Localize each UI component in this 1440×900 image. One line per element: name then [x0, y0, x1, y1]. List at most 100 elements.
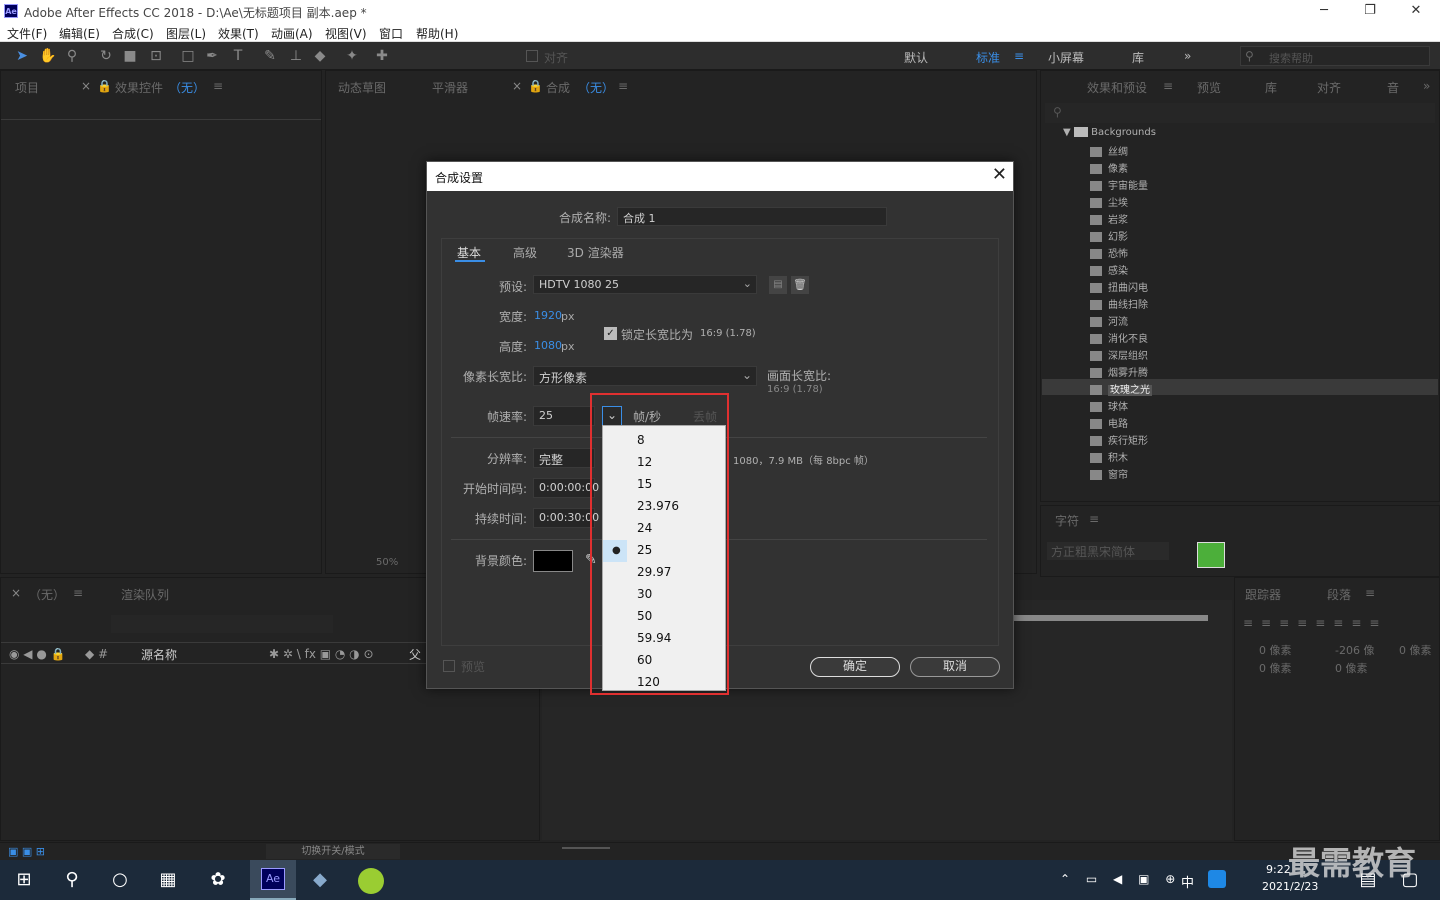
menu-file[interactable]: 文件(F) [7, 25, 47, 42]
panel-menu-icon[interactable]: ≡ [1163, 79, 1173, 93]
fill-color-swatch[interactable] [1197, 542, 1225, 568]
camera-tool-icon[interactable]: ■ [120, 46, 140, 66]
maximize-button[interactable]: ❐ [1347, 0, 1393, 22]
tab-tracker[interactable]: 跟踪器 [1245, 586, 1281, 603]
folder-backgrounds[interactable]: ▼ Backgrounds [1063, 127, 1156, 138]
tab-3d-renderer[interactable]: 3D 渲染器 [567, 244, 624, 261]
tab-render-queue[interactable]: 渲染队列 [121, 586, 169, 603]
workspace-standard[interactable]: 标准 [976, 49, 1000, 66]
effect-preset-item[interactable]: 幻影 [1090, 228, 1128, 243]
comp-name-input[interactable]: 合成 1 [617, 207, 887, 226]
effect-preset-item[interactable]: 窗帘 [1090, 466, 1128, 481]
workspace-small-screen[interactable]: 小屏幕 [1048, 49, 1084, 66]
snap-checkbox[interactable] [526, 50, 538, 62]
zoom-tool-icon[interactable]: ⚲ [62, 46, 82, 66]
align-icons[interactable]: ≡≡≡≡≡≡≡≡ [1243, 616, 1387, 630]
toggle-switches-button[interactable]: 切换开关/模式 [266, 844, 400, 859]
app-green-ball-icon[interactable] [358, 868, 384, 894]
menu-help[interactable]: 帮助(H) [416, 25, 458, 42]
tab-preview[interactable]: 预览 [1197, 79, 1221, 96]
roto-brush-tool-icon[interactable]: ✦ [342, 46, 362, 66]
preset-select[interactable]: HDTV 1080 25 ⌄ [533, 275, 757, 294]
windows-start-icon[interactable]: ⊞ [12, 868, 36, 892]
panel-menu-icon[interactable]: ≡ [1365, 586, 1375, 600]
close-tab-icon[interactable]: × [512, 79, 522, 93]
panel-menu-icon[interactable]: ≡ [73, 586, 83, 600]
tab-basic[interactable]: 基本 [457, 244, 481, 261]
cancel-button[interactable]: 取消 [910, 657, 1000, 677]
timeline-search-input[interactable] [111, 615, 333, 633]
app-blue-icon[interactable]: ◆ [308, 868, 332, 892]
more-tabs-icon[interactable]: » [1423, 79, 1430, 93]
source-name-header[interactable]: 源名称 [141, 646, 177, 663]
more-workspaces-icon[interactable]: » [1184, 49, 1191, 63]
effect-preset-item[interactable]: 深层组织 [1090, 347, 1148, 362]
panel-menu-icon[interactable]: ≡ [213, 79, 223, 93]
tab-timeline[interactable]: （无） [29, 586, 65, 603]
menu-animation[interactable]: 动画(A) [271, 25, 313, 42]
tab-motion-sketch[interactable]: 动态草图 [338, 79, 386, 96]
space-before[interactable]: 0 像素 [1399, 642, 1432, 658]
rotate-tool-icon[interactable]: ↻ [96, 46, 116, 66]
menu-layer[interactable]: 图层(L) [166, 25, 206, 42]
start-timecode-input[interactable]: 0:00:00:00 [533, 478, 599, 498]
lock-icon[interactable]: 🔒 [97, 79, 112, 93]
menu-effect[interactable]: 效果(T) [218, 25, 259, 42]
pixel-aspect-select[interactable]: 方形像素 ⌄ [533, 366, 757, 386]
effect-preset-item[interactable]: 感染 [1090, 262, 1128, 277]
ime-indicator[interactable]: 中 [1181, 872, 1194, 891]
selection-tool-icon[interactable]: ➤ [12, 46, 32, 66]
menu-window[interactable]: 窗口 [379, 25, 403, 42]
effect-preset-item[interactable]: 积木 [1090, 449, 1128, 464]
cortana-icon[interactable]: ○ [108, 868, 132, 892]
duration-input[interactable]: 0:00:30:00 [533, 508, 599, 528]
effect-preset-item[interactable]: 消化不良 [1090, 330, 1148, 345]
delete-preset-icon[interactable]: 🗑 [791, 276, 809, 294]
tab-project[interactable]: 项目 [15, 79, 39, 96]
tab-library[interactable]: 库 [1265, 79, 1277, 96]
shape-tool-icon[interactable]: □ [178, 46, 198, 66]
resolution-select[interactable]: 完整 [533, 448, 595, 468]
pen-tool-icon[interactable]: ✒ [202, 46, 222, 66]
lock-icon[interactable]: 🔒 [528, 79, 543, 93]
zoom-level[interactable]: 50% [376, 557, 398, 568]
effect-preset-item[interactable]: 河流 [1090, 313, 1128, 328]
save-preset-icon[interactable]: ▤ [769, 276, 787, 294]
workspace-library[interactable]: 库 [1132, 49, 1144, 66]
tab-smoother[interactable]: 平滑器 [432, 79, 468, 96]
qq-icon[interactable] [1208, 870, 1226, 888]
lock-aspect-checkbox[interactable]: ✓ [604, 327, 617, 340]
background-color-swatch[interactable] [533, 550, 573, 572]
menu-edit[interactable]: 编辑(E) [59, 25, 100, 42]
search-icon[interactable]: ⚲ [60, 868, 84, 892]
tab-effect-controls[interactable]: 效果控件 [115, 79, 163, 96]
preview-checkbox[interactable] [443, 660, 455, 672]
minimize-button[interactable]: ─ [1301, 0, 1347, 22]
first-line-indent[interactable]: 0 像素 [1259, 660, 1292, 676]
effect-preset-item[interactable]: 球体 [1090, 398, 1128, 413]
tab-character[interactable]: 字符 [1055, 512, 1079, 529]
workspace-menu-icon[interactable]: ≡ [1014, 49, 1024, 63]
help-search-box[interactable]: ⚲ 搜索帮助 [1240, 46, 1430, 66]
space-after[interactable]: 0 像素 [1335, 660, 1368, 676]
font-select[interactable]: 方正粗黑宋简体 [1047, 542, 1169, 560]
menu-view[interactable]: 视图(V) [325, 25, 367, 42]
tab-effects-presets[interactable]: 效果和预设 [1087, 79, 1147, 96]
workspace-default[interactable]: 默认 [904, 49, 928, 66]
tray-icons[interactable]: ⌃ ▭ ◀ ▣ ⊕ [1060, 872, 1181, 886]
parent-header[interactable]: 父 [409, 646, 421, 663]
panel-menu-icon[interactable]: ≡ [618, 79, 628, 93]
app-pinwheel-icon[interactable]: ✿ [206, 868, 230, 892]
hand-tool-icon[interactable]: ✋ [38, 46, 58, 66]
close-tab-icon[interactable]: × [81, 79, 91, 93]
composition-icon[interactable]: ▣ ▣ ⊞ [8, 845, 45, 858]
effect-preset-item[interactable]: 扭曲闪电 [1090, 279, 1148, 294]
clone-stamp-tool-icon[interactable]: ⊥ [286, 46, 306, 66]
panel-menu-icon[interactable]: ≡ [1089, 512, 1099, 526]
zoom-slider[interactable] [562, 847, 610, 849]
indent-right[interactable]: -206 像 [1335, 642, 1374, 658]
indent-left[interactable]: 0 像素 [1259, 642, 1292, 658]
type-tool-icon[interactable]: T [228, 46, 248, 66]
tab-composition[interactable]: 合成 [546, 79, 570, 96]
effect-preset-item[interactable]: 宇宙能量 [1090, 177, 1148, 192]
